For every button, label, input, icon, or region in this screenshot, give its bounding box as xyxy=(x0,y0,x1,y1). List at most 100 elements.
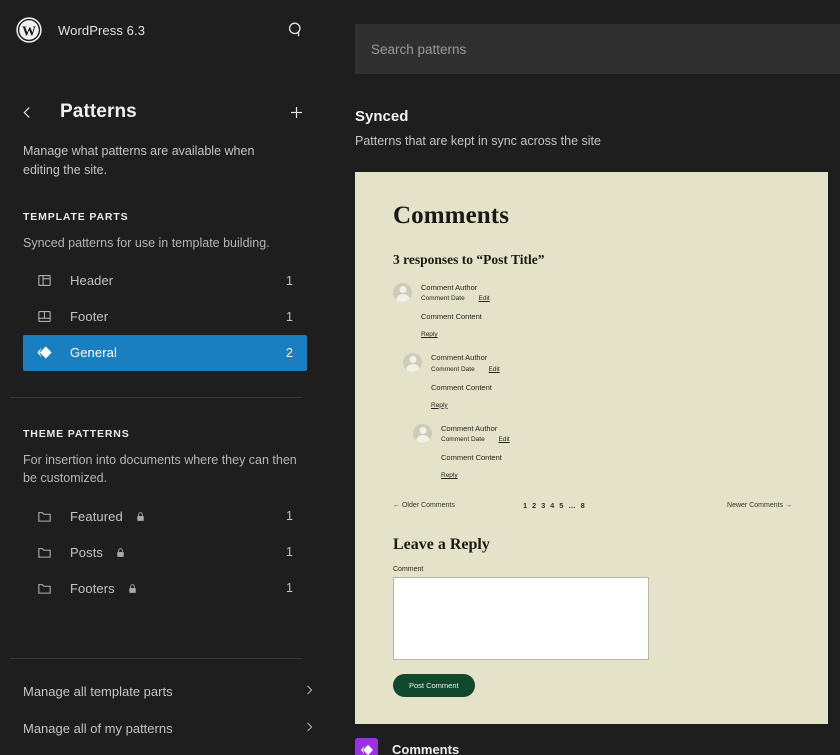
sidebar-item-posts[interactable]: Posts 1 xyxy=(23,534,307,570)
wordpress-logo-icon[interactable]: W xyxy=(16,17,42,43)
section-description-theme-patterns: For insertion into documents where they … xyxy=(23,451,307,489)
plus-icon[interactable] xyxy=(282,98,310,126)
arrow-left-icon: ← xyxy=(393,502,400,509)
comment-meta: Comment Date Edit xyxy=(431,364,500,375)
panel-description: Manage what patterns are available when … xyxy=(0,126,330,181)
sidebar-item-count: 1 xyxy=(286,545,293,559)
pattern-card-comments[interactable]: Comments 3 responses to “Post Title” Com… xyxy=(355,172,828,724)
sidebar-item-label: General xyxy=(70,345,286,360)
bottom-item-label: Manage all template parts xyxy=(23,684,173,699)
sidebar-item-featured[interactable]: Featured 1 xyxy=(23,498,307,534)
sidebar-item-text: Footers xyxy=(70,581,115,596)
search-patterns-box[interactable] xyxy=(355,24,840,74)
pagination-numbers[interactable]: 1 2 3 4 5 … 8 xyxy=(523,501,586,510)
comment-meta: Comment Date Edit xyxy=(421,293,490,304)
section-subtitle: Patterns that are kept in sync across th… xyxy=(355,134,840,148)
sidebar-item-count: 1 xyxy=(286,310,293,324)
pattern-card-title: Comments xyxy=(392,742,459,755)
comment-edit-link[interactable]: Edit xyxy=(499,436,510,443)
lock-icon xyxy=(126,582,139,595)
comment-item: Comment Author Comment Date Edit Comment… xyxy=(393,282,798,338)
comment-edit-link[interactable]: Edit xyxy=(479,295,490,302)
page-title: Patterns xyxy=(60,101,137,123)
sidebar-item-count: 1 xyxy=(286,581,293,595)
comment-body: Comment Author Comment Date Edit Comment… xyxy=(421,282,490,338)
footer-layout-icon xyxy=(32,305,56,329)
pattern-card-footer: Comments xyxy=(330,724,840,755)
divider xyxy=(10,658,303,659)
sidebar-item-label: Header xyxy=(70,273,286,288)
chevron-right-icon xyxy=(302,720,316,737)
older-comments-link[interactable]: ← Older Comments xyxy=(393,502,523,509)
comment-meta: Comment Date Edit xyxy=(441,434,510,445)
comment-date: Comment Date xyxy=(431,366,475,373)
lock-icon xyxy=(134,510,147,523)
svg-text:W: W xyxy=(22,24,36,40)
sidebar-item-general[interactable]: General 2 xyxy=(23,335,307,371)
preview-heading: Comments xyxy=(393,202,798,230)
folder-icon xyxy=(32,540,56,564)
main-heading-area: Synced Patterns that are kept in sync ac… xyxy=(330,74,840,148)
comments-pagination: ← Older Comments 1 2 3 4 5 … 8 Newer Com… xyxy=(393,501,798,510)
search-icon[interactable] xyxy=(282,16,310,44)
theme-patterns-list: Featured 1 xyxy=(23,498,307,606)
sidebar-item-count: 1 xyxy=(286,274,293,288)
chevron-left-icon[interactable] xyxy=(16,101,38,123)
manage-all-my-patterns-link[interactable]: Manage all of my patterns xyxy=(0,710,330,747)
comment-reply-link[interactable]: Reply xyxy=(431,402,500,409)
sidebar-item-text: Featured xyxy=(70,509,123,524)
comment-date: Comment Date xyxy=(441,436,485,443)
sidebar-item-label: Featured xyxy=(70,509,286,524)
post-comment-button[interactable]: Post Comment xyxy=(393,674,475,697)
comment-author: Comment Author xyxy=(441,423,510,434)
avatar xyxy=(393,283,412,302)
section-template-parts: TEMPLATE PARTS Synced patterns for use i… xyxy=(0,181,330,371)
avatar xyxy=(403,353,422,372)
pattern-preview: Comments 3 responses to “Post Title” Com… xyxy=(355,172,828,697)
comment-content: Comment Content xyxy=(441,453,510,462)
sidebar-item-label: Posts xyxy=(70,545,286,560)
search-area xyxy=(330,0,840,74)
main-content: Synced Patterns that are kept in sync ac… xyxy=(330,0,840,755)
sidebar-bottom-nav: Manage all template parts Manage all of … xyxy=(0,632,330,755)
header-layout-icon xyxy=(32,269,56,293)
manage-all-template-parts-link[interactable]: Manage all template parts xyxy=(0,673,330,710)
newer-comments-link[interactable]: Newer Comments → xyxy=(586,502,798,509)
site-bar: W WordPress 6.3 xyxy=(0,0,330,60)
section-description-template-parts: Synced patterns for use in template buil… xyxy=(23,234,307,253)
comment-item: Comment Author Comment Date Edit Comment… xyxy=(403,352,798,408)
arrow-right-icon: → xyxy=(785,502,792,509)
folder-icon xyxy=(32,576,56,600)
folder-icon xyxy=(32,504,56,528)
avatar xyxy=(413,424,432,443)
comment-date: Comment Date xyxy=(421,295,465,302)
template-parts-list: Header 1 Footer 1 xyxy=(23,263,307,371)
chevron-right-icon xyxy=(302,683,316,700)
sidebar-item-label: Footer xyxy=(70,309,286,324)
section-label-template-parts: TEMPLATE PARTS xyxy=(23,211,307,223)
comment-reply-link[interactable]: Reply xyxy=(441,472,510,479)
comment-author: Comment Author xyxy=(421,282,490,293)
panel-header: Patterns xyxy=(0,60,330,126)
search-input[interactable] xyxy=(371,42,840,57)
sidebar-item-footers[interactable]: Footers 1 xyxy=(23,570,307,606)
sidebar-item-label: Footers xyxy=(70,581,286,596)
leave-a-reply-heading: Leave a Reply xyxy=(393,536,798,554)
comment-content: Comment Content xyxy=(431,383,500,392)
sidebar-item-count: 2 xyxy=(286,346,293,360)
sidebar-item-header[interactable]: Header 1 xyxy=(23,263,307,299)
comment-content: Comment Content xyxy=(421,312,490,321)
comment-body: Comment Author Comment Date Edit Comment… xyxy=(431,352,500,408)
older-comments-label: Older Comments xyxy=(402,502,455,509)
comment-reply-link[interactable]: Reply xyxy=(421,331,490,338)
comment-author: Comment Author xyxy=(431,352,500,363)
sidebar: W WordPress 6.3 Patterns xyxy=(0,0,330,755)
section-title: Synced xyxy=(355,108,840,125)
pattern-diamond-icon xyxy=(355,738,378,755)
section-theme-patterns: THEME PATTERNS For insertion into docume… xyxy=(0,398,330,607)
comment-textarea[interactable] xyxy=(393,577,649,660)
sidebar-item-footer[interactable]: Footer 1 xyxy=(23,299,307,335)
comment-field-label: Comment xyxy=(393,566,798,573)
sidebar-item-count: 1 xyxy=(286,509,293,523)
comment-edit-link[interactable]: Edit xyxy=(489,366,500,373)
